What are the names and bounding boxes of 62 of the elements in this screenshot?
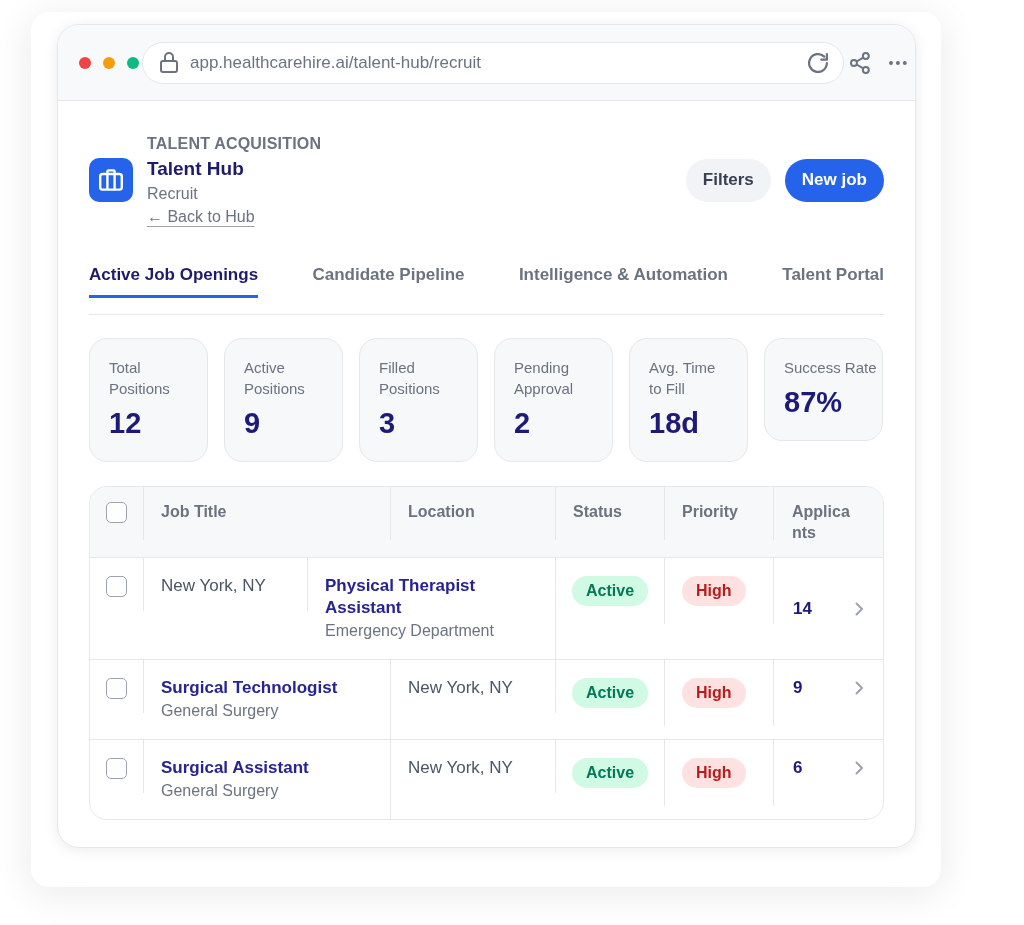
job-title-link[interactable]: Physical Therapist Assistant <box>325 575 535 619</box>
tab[interactable]: Candidate Pipeline <box>312 263 465 298</box>
column-header: Job Title <box>161 502 228 522</box>
row-checkbox[interactable] <box>106 678 127 699</box>
page-subtitle: Recruit <box>147 184 199 204</box>
applicant-count: 14 <box>793 597 812 620</box>
reload-icon[interactable] <box>808 52 829 73</box>
page-title: Talent Hub <box>147 157 245 181</box>
stat-label: Total Positions <box>109 358 171 399</box>
stat-label: Filled Positions <box>379 358 441 399</box>
table-row[interactable]: Surgical Technologist General Surgery New York, NY Active High 9 <box>90 660 883 740</box>
status-badge: Active <box>572 758 649 788</box>
row-checkbox[interactable] <box>106 576 127 597</box>
address-bar[interactable]: app.healthcarehire.ai/talent-hub/recruit <box>142 41 845 84</box>
status-badge: Active <box>572 576 649 606</box>
location-text: New York, NY <box>408 757 514 779</box>
priority-badge: High <box>682 758 746 788</box>
more-icon[interactable] <box>889 60 907 65</box>
new-job-button[interactable]: New job <box>784 158 884 202</box>
stat-value: 9 <box>244 406 262 441</box>
job-title-link[interactable]: Surgical Technologist <box>161 677 370 699</box>
stat-value: 18d <box>649 406 700 441</box>
chevron-right-icon[interactable] <box>855 681 864 695</box>
priority-badge: High <box>682 576 746 606</box>
column-header: Location <box>408 502 476 522</box>
column-header: Applicants <box>792 502 851 543</box>
applicant-count: 6 <box>793 757 803 779</box>
job-title-link[interactable]: Surgical Assistant <box>161 757 370 779</box>
filters-button[interactable]: Filters <box>685 158 771 202</box>
chevron-right-icon[interactable] <box>855 761 864 775</box>
tab[interactable]: Intelligence & Automation <box>518 263 728 298</box>
status-badge: Active <box>572 678 649 708</box>
lock-icon <box>160 52 178 73</box>
department-text: Emergency Department <box>325 621 495 641</box>
stat-value: 2 <box>514 406 532 441</box>
stat-label: Success Rate <box>784 358 874 378</box>
url-text: app.healthcarehire.ai/talent-hub/recruit <box>190 51 482 74</box>
stat-label: Pending Approval <box>514 358 575 399</box>
select-all-checkbox[interactable] <box>106 502 127 523</box>
stat-value: 87% <box>784 385 844 420</box>
column-header: Status <box>573 502 623 522</box>
share-icon[interactable] <box>850 51 871 74</box>
briefcase-icon <box>89 158 133 202</box>
row-checkbox[interactable] <box>106 758 127 779</box>
location-text: New York, NY <box>161 575 267 597</box>
section-eyebrow: TALENT ACQUISITION <box>147 134 322 154</box>
stat-label: Avg. Time to Fill <box>649 358 717 399</box>
back-link[interactable]: ← Back to Hub <box>147 205 255 228</box>
department-text: General Surgery <box>161 701 280 721</box>
chevron-right-icon[interactable] <box>855 601 864 616</box>
table-row[interactable]: New York, NY Physical Therapist Assistant Emergency Department Active High 14 <box>90 558 883 660</box>
stat-value: 3 <box>379 406 397 441</box>
applicant-count: 9 <box>793 677 803 699</box>
location-text: New York, NY <box>408 677 514 699</box>
stat-label: Active Positions <box>244 358 306 399</box>
stat-value: 12 <box>109 406 143 441</box>
table-row[interactable]: Surgical Assistant General Surgery New York, NY Active High 6 <box>90 740 883 819</box>
department-text: General Surgery <box>161 781 280 801</box>
column-header: Priority <box>682 502 739 522</box>
priority-badge: High <box>682 678 746 708</box>
tab[interactable]: Active Job Openings <box>89 263 259 298</box>
tab[interactable]: Talent Portal <box>782 263 884 298</box>
